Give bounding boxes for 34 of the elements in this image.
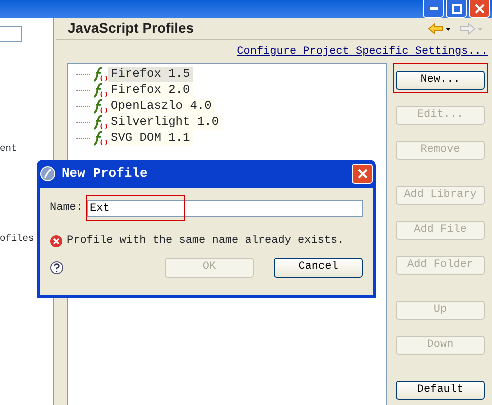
maximize-icon bbox=[452, 4, 462, 14]
maximize-button[interactable] bbox=[446, 0, 467, 18]
error-message: Profile with the same name already exists. bbox=[67, 234, 344, 249]
profile-item[interactable]: OpenLaszlo 4.0 bbox=[108, 99, 215, 114]
text-field[interactable] bbox=[0, 26, 22, 42]
page-title: JavaScript Profiles bbox=[68, 19, 194, 38]
minimize-button[interactable] bbox=[423, 0, 444, 18]
profile-item[interactable]: Firefox 1.5 bbox=[108, 67, 194, 82]
profile-item[interactable]: Firefox 2.0 bbox=[108, 83, 194, 98]
close-icon bbox=[474, 4, 484, 14]
profile-item[interactable]: SVG DOM 1.1 bbox=[108, 131, 194, 146]
profile-button[interactable]: New... bbox=[396, 70, 485, 90]
dialog-title: New Profile bbox=[62, 165, 149, 184]
close-icon bbox=[358, 169, 368, 179]
function-icon bbox=[92, 83, 108, 98]
sidebar-text: ofiles bbox=[0, 232, 34, 246]
function-icon bbox=[92, 67, 108, 82]
settings-link[interactable]: Configure Project Specific Settings... bbox=[237, 44, 488, 60]
close-button[interactable] bbox=[469, 0, 490, 18]
app-icon bbox=[40, 166, 56, 182]
back-arrow-icon[interactable] bbox=[428, 22, 452, 34]
close-button[interactable] bbox=[352, 164, 373, 184]
dialog-button[interactable]: Cancel bbox=[274, 258, 363, 278]
name-field[interactable]: Ext bbox=[87, 200, 363, 217]
minimize-icon bbox=[430, 7, 438, 10]
function-icon bbox=[92, 115, 108, 130]
sidebar-text: ent bbox=[0, 142, 18, 156]
error-icon bbox=[50, 234, 63, 248]
profile-button[interactable]: Default bbox=[396, 380, 485, 400]
function-icon bbox=[92, 99, 108, 114]
help-icon[interactable] bbox=[50, 260, 64, 274]
profile-item[interactable]: Silverlight 1.0 bbox=[108, 115, 222, 130]
field-label: Name: bbox=[50, 201, 84, 216]
function-icon bbox=[92, 131, 108, 146]
